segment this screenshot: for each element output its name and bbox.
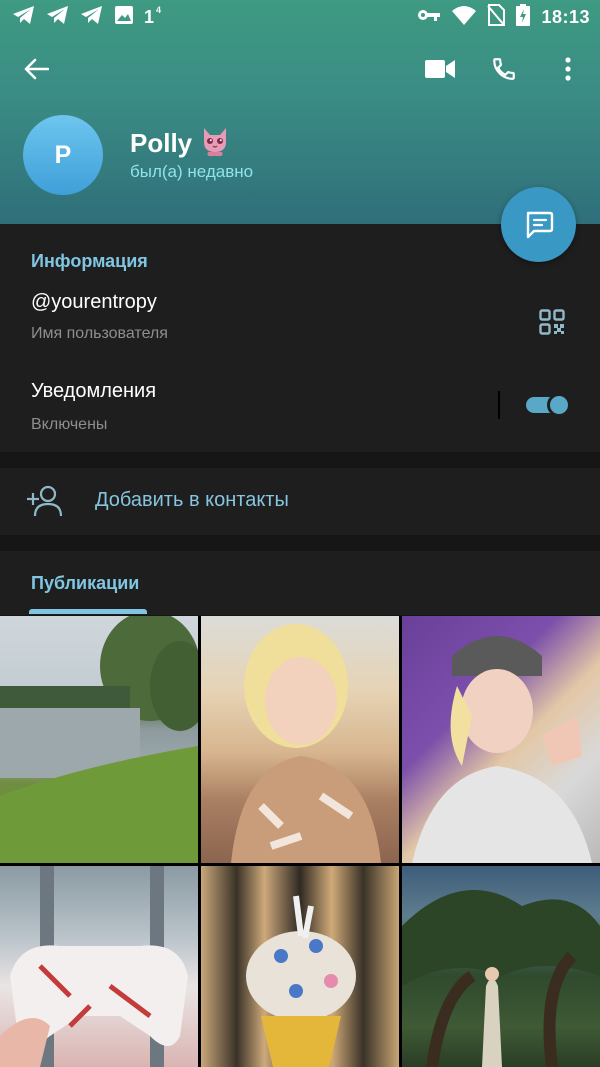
video-call-button[interactable] bbox=[420, 52, 460, 86]
signal-indicator: 14 bbox=[144, 5, 162, 27]
status-bar: 14 18:13 bbox=[0, 0, 600, 34]
media-grid bbox=[0, 616, 600, 1067]
add-contact-label: Добавить в контакты bbox=[95, 489, 289, 511]
publications-tab[interactable]: Публикации bbox=[31, 573, 139, 594]
username-caption: Имя пользователя bbox=[31, 325, 168, 342]
send-message-fab[interactable] bbox=[501, 187, 576, 262]
add-person-icon bbox=[27, 485, 62, 517]
battery-charging-icon bbox=[516, 4, 531, 31]
phone-icon bbox=[493, 58, 515, 80]
more-vert-icon bbox=[565, 57, 571, 81]
notifications-toggle[interactable] bbox=[526, 393, 572, 417]
avatar[interactable]: P bbox=[23, 115, 103, 195]
status-time: 18:13 bbox=[541, 7, 590, 27]
info-section-title: Информация bbox=[31, 251, 148, 271]
telegram-icon bbox=[80, 5, 104, 30]
publications-section: Публикации bbox=[0, 551, 600, 615]
avatar-letter: P bbox=[54, 140, 72, 169]
notifications-status: Включены bbox=[31, 416, 108, 433]
telegram-icon bbox=[12, 5, 36, 30]
media-thumbnail-gamepad[interactable] bbox=[0, 866, 198, 1067]
call-button[interactable] bbox=[484, 50, 524, 88]
profile-name: Polly bbox=[130, 128, 193, 158]
add-contact-row[interactable]: Добавить в контакты bbox=[0, 468, 600, 535]
image-icon bbox=[114, 5, 134, 30]
username-value[interactable]: @yourentropy bbox=[31, 291, 157, 314]
toggle-knob bbox=[547, 393, 571, 417]
media-thumbnail-purple-wall[interactable] bbox=[402, 616, 600, 863]
media-thumbnail-tree[interactable] bbox=[402, 866, 600, 1067]
no-sim-icon bbox=[487, 4, 506, 31]
more-options-button[interactable] bbox=[552, 50, 584, 88]
media-thumbnail-portrait[interactable] bbox=[201, 616, 399, 863]
media-thumbnail-lake[interactable] bbox=[0, 616, 198, 863]
message-icon bbox=[526, 211, 553, 238]
wifi-icon bbox=[452, 5, 477, 30]
back-button[interactable] bbox=[16, 52, 56, 86]
cat-emoji-icon bbox=[200, 124, 230, 163]
key-icon bbox=[417, 8, 441, 27]
tab-indicator bbox=[29, 609, 147, 614]
video-camera-icon bbox=[425, 60, 455, 78]
info-section: Информация @yourentropy Имя пользователя… bbox=[0, 224, 600, 452]
notifications-label[interactable]: Уведомления bbox=[31, 380, 156, 403]
arrow-back-icon bbox=[24, 58, 49, 80]
profile-header: 14 18:13 P Polly был(а) недавно bbox=[0, 0, 600, 224]
profile-name-row: Polly bbox=[130, 124, 230, 163]
qr-code-button[interactable] bbox=[534, 304, 570, 340]
media-thumbnail-ice-cream[interactable] bbox=[201, 866, 399, 1067]
qr-code-icon bbox=[539, 309, 565, 335]
last-seen-status: был(а) недавно bbox=[130, 162, 254, 181]
vertical-divider bbox=[498, 391, 500, 419]
telegram-icon bbox=[46, 5, 70, 30]
